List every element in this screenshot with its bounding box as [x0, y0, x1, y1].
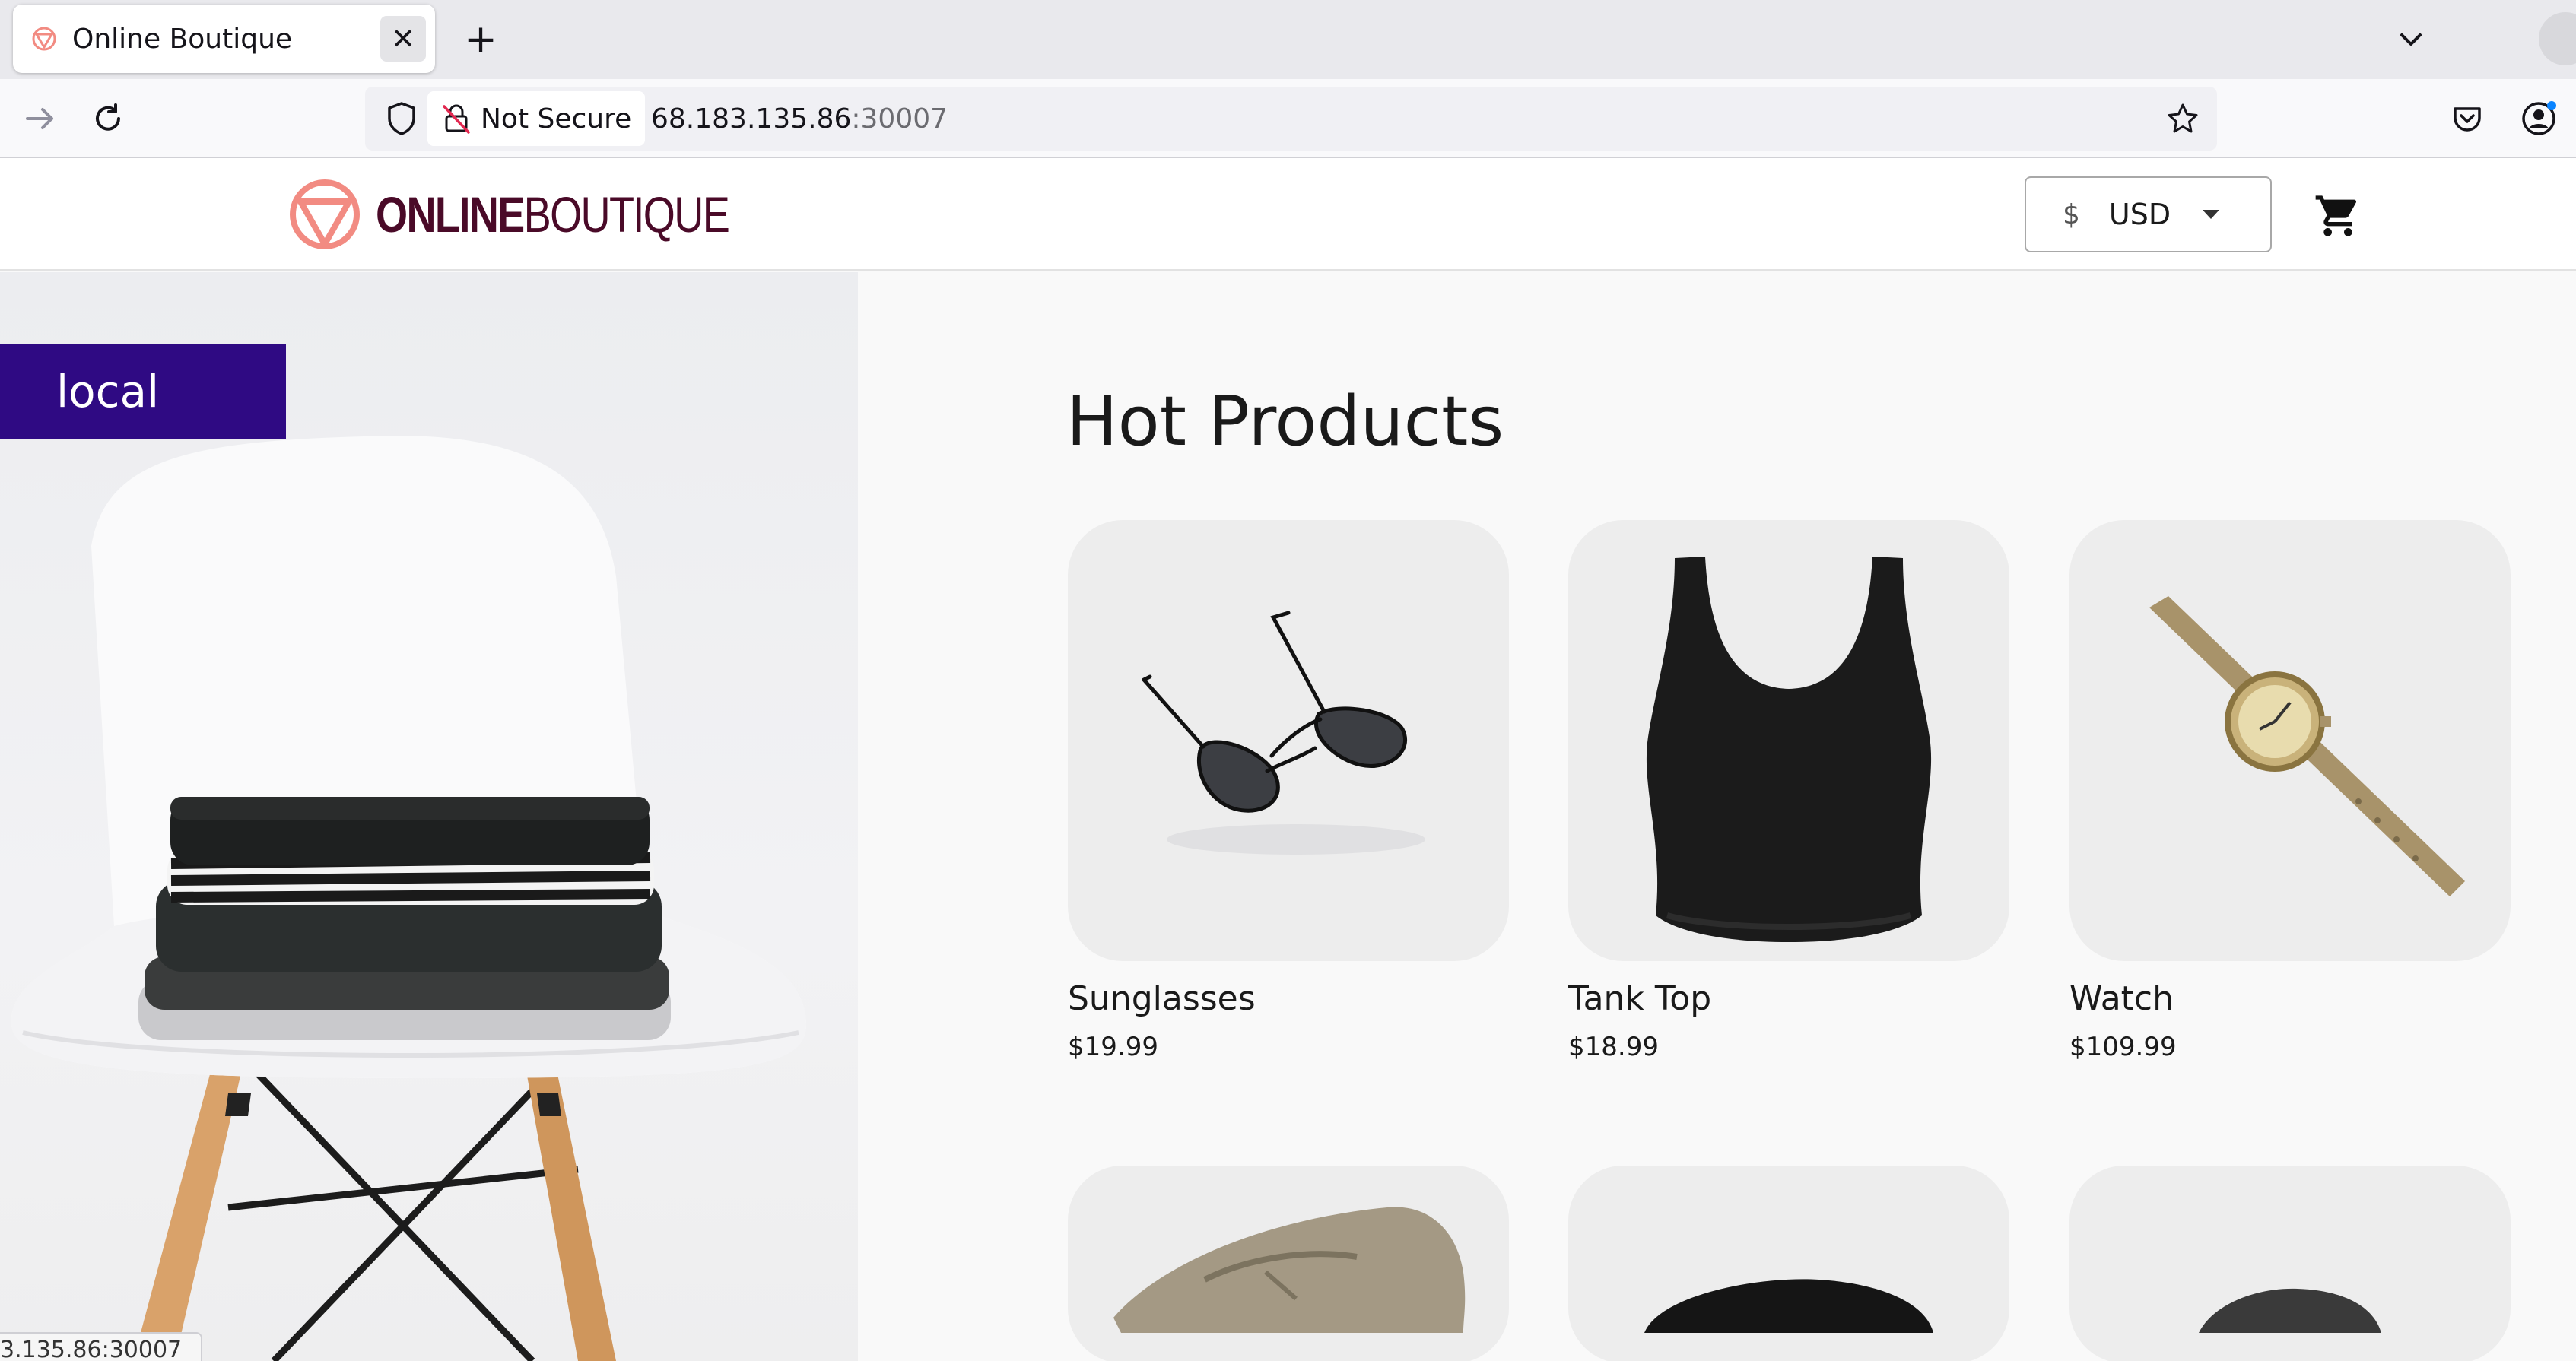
tab-list-icon[interactable]: [2388, 17, 2434, 62]
watch-illustration: [2149, 596, 2465, 896]
product-image-shoe[interactable]: [1568, 1166, 2009, 1361]
browser-nav-bar: Not Secure 68.183.135.86:30007: [0, 79, 2576, 158]
account-icon: [2522, 101, 2556, 135]
product-image-sunglasses[interactable]: [1068, 520, 1509, 961]
forward-button[interactable]: [15, 94, 64, 143]
browser-tab-bar: Online Boutique ✕ +: [0, 0, 2576, 79]
reload-icon: [96, 103, 120, 131]
boutique-favicon-icon: [32, 27, 56, 51]
product-price: $109.99: [2069, 1032, 2177, 1062]
site-header: ONLINEBOUTIQUE $ USD: [0, 158, 2576, 271]
insecure-lock-icon: [443, 104, 470, 134]
bookmark-button[interactable]: [2160, 96, 2206, 141]
caret-down-icon: [2203, 210, 2220, 219]
environment-badge-label: local: [56, 366, 160, 417]
status-bar-url: 3.135.86:30007: [0, 1332, 202, 1361]
hot-products-title: Hot Products: [1066, 382, 1504, 462]
pocket-button[interactable]: [2443, 94, 2492, 143]
url-text[interactable]: 68.183.135.86:30007: [651, 87, 948, 151]
product-image-watch[interactable]: [2069, 520, 2511, 961]
tab-title: Online Boutique: [72, 23, 293, 55]
product-image-loafers[interactable]: [1068, 1166, 1509, 1361]
currency-symbol: $: [2063, 198, 2080, 230]
bookmark-star-icon: [2168, 103, 2198, 133]
security-indicator[interactable]: Not Secure: [427, 91, 646, 146]
product-card[interactable]: Watch $109.99: [2069, 520, 2511, 1062]
logo-text-light: BOUTIQUE: [523, 186, 730, 243]
account-button[interactable]: [2514, 94, 2563, 143]
browser-tab[interactable]: Online Boutique ✕: [13, 5, 435, 73]
reload-button[interactable]: [84, 94, 132, 143]
tab-close-icon[interactable]: ✕: [380, 16, 426, 62]
url-host: 68.183.135.86: [651, 103, 852, 135]
site-logo[interactable]: ONLINEBOUTIQUE: [287, 176, 806, 252]
product-image-bowl[interactable]: [2069, 1166, 2511, 1361]
product-name[interactable]: Sunglasses: [1068, 979, 1509, 1018]
logo-text: ONLINEBOUTIQUE: [376, 186, 730, 243]
pocket-icon: [2454, 107, 2481, 132]
address-bar[interactable]: Not Secure 68.183.135.86:30007: [365, 87, 2217, 151]
product-price: $18.99: [1568, 1032, 1659, 1062]
new-tab-icon[interactable]: +: [456, 15, 505, 64]
window-minimize-button[interactable]: [2539, 12, 2576, 65]
product-price: $19.99: [1068, 1032, 1158, 1062]
product-name[interactable]: Watch: [2069, 979, 2511, 1018]
web-page: ONLINEBOUTIQUE $ USD local Hot Products …: [0, 158, 2576, 1361]
security-label: Not Secure: [481, 103, 632, 135]
product-name[interactable]: Tank Top: [1568, 979, 2009, 1018]
boutique-logo-icon: [290, 179, 360, 249]
loafers-illustration: [1113, 1207, 1466, 1333]
hero-image: local: [0, 272, 858, 1361]
tank-top-illustration: [1646, 557, 1932, 942]
forward-icon: [26, 108, 53, 129]
logo-text-bold: ONLINE: [376, 186, 525, 243]
environment-badge: local: [0, 344, 286, 439]
product-image-tank-top[interactable]: [1568, 520, 2009, 961]
url-port: :30007: [851, 103, 948, 135]
cart-icon[interactable]: [2314, 192, 2362, 240]
currency-code: USD: [2108, 198, 2171, 231]
product-card[interactable]: Tank Top $18.99: [1568, 520, 2009, 1062]
shoe-illustration: [1644, 1279, 1933, 1333]
shield-icon[interactable]: [380, 97, 423, 140]
product-card[interactable]: Sunglasses $19.99: [1068, 520, 1509, 1062]
currency-select[interactable]: $ USD: [2025, 176, 2272, 252]
bowl-illustration: [2199, 1288, 2381, 1333]
sunglasses-illustration: [1142, 611, 1425, 855]
